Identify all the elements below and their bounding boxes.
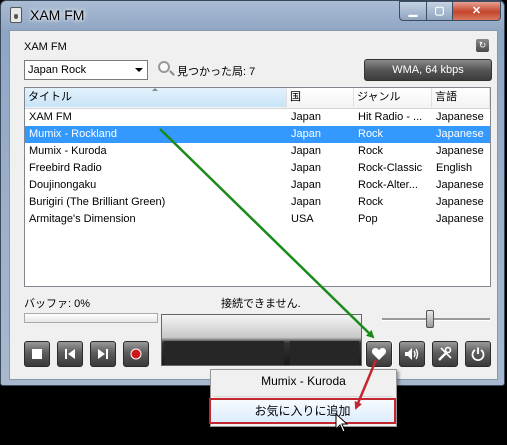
cell-title: Mumix - Rockland — [29, 128, 118, 140]
codec-display: WMA, 64 kbps — [364, 59, 492, 81]
cell-country: USA — [291, 213, 314, 225]
visualizer-segment — [164, 341, 284, 365]
menu-item-station[interactable]: Mumix - Kuroda — [211, 373, 396, 390]
buffer-progress-bar — [24, 313, 158, 323]
cell-title: Armitage's Dimension — [29, 213, 136, 225]
cell-title: Burigiri (The Brilliant Green) — [29, 196, 166, 208]
cell-country: Japan — [291, 128, 321, 140]
previous-button[interactable] — [57, 341, 83, 367]
add-favorite-button[interactable] — [365, 340, 393, 368]
record-icon — [130, 348, 142, 360]
column-header-language[interactable]: 言語 — [432, 88, 490, 107]
power-button[interactable] — [465, 341, 491, 367]
next-button[interactable] — [90, 341, 116, 367]
close-button[interactable]: ✕ — [452, 1, 501, 21]
cell-country: Japan — [291, 162, 321, 174]
menu-icon[interactable]: ↻ — [476, 39, 489, 52]
cell-title: Doujinongaku — [29, 179, 97, 191]
context-menu: Mumix - Kuroda お気に入りに追加 — [209, 369, 397, 427]
cell-language: Japanese — [436, 128, 484, 140]
buffer-status: バッファ: 0% — [24, 298, 91, 310]
cell-country: Japan — [291, 179, 321, 191]
volume-slider[interactable] — [382, 318, 490, 321]
table-row[interactable]: Mumix - Kuroda Japan Rock Japanese — [25, 143, 490, 160]
mouse-cursor-icon — [335, 413, 349, 433]
maximize-button[interactable]: ▢ — [426, 1, 453, 21]
column-header-label: 言語 — [435, 91, 457, 103]
menu-item-add-favorite[interactable]: お気に入りに追加 — [209, 398, 396, 424]
next-icon — [98, 349, 108, 359]
search-icon — [158, 61, 170, 73]
minimize-button[interactable]: ▁ — [399, 1, 427, 21]
cell-title: Freebird Radio — [29, 162, 102, 174]
cell-country: Japan — [291, 111, 321, 123]
previous-icon — [65, 349, 75, 359]
station-table: タイトル 国 ジャンル 言語 XAM FM Japan Hit Radio - … — [24, 87, 491, 287]
column-header-label: ジャンル — [357, 91, 401, 103]
cell-title: XAM FM — [29, 111, 72, 123]
cell-genre: Rock — [358, 145, 384, 157]
speaker-icon — [405, 348, 419, 360]
cell-country: Japan — [291, 196, 321, 208]
heart-icon — [371, 348, 387, 360]
table-header: タイトル 国 ジャンル 言語 — [25, 88, 490, 109]
cell-title: Mumix - Kuroda — [29, 145, 107, 157]
cell-genre: Rock-Alter... — [358, 179, 418, 191]
cell-language: Japanese — [436, 196, 484, 208]
client-area: XAM FM ↻ Japan Rock 見つかった局: 7 WMA, 64 kb… — [9, 30, 498, 380]
mute-button[interactable] — [399, 341, 425, 367]
table-row[interactable]: Burigiri (The Brilliant Green) Japan Roc… — [25, 194, 490, 211]
stop-button[interactable] — [24, 341, 50, 367]
column-header-label: タイトル — [28, 91, 72, 103]
chevron-down-icon — [135, 68, 143, 72]
cell-language: Japanese — [436, 145, 484, 157]
cell-genre: Rock-Classic — [358, 162, 423, 174]
cell-genre: Rock — [358, 128, 384, 140]
visualizer-display — [161, 314, 362, 366]
cell-genre: Hit Radio - ... — [358, 111, 423, 123]
genre-select[interactable]: Japan Rock — [24, 60, 148, 80]
cell-language: English — [436, 162, 473, 174]
menu-separator — [214, 396, 393, 397]
table-row-selected[interactable]: Mumix - Rockland Japan Rock Japanese — [25, 126, 490, 143]
genre-select-value: Japan Rock — [28, 64, 87, 76]
window-title: XAM FM — [30, 7, 85, 23]
sort-ascending-icon — [152, 88, 158, 91]
cell-country: Japan — [291, 145, 321, 157]
cell-genre: Pop — [358, 213, 378, 225]
record-button[interactable] — [123, 341, 149, 367]
table-row[interactable]: Armitage's Dimension USA Pop Japanese — [25, 211, 490, 228]
station-name: XAM FM — [24, 41, 67, 53]
cell-genre: Rock — [358, 196, 384, 208]
table-row[interactable]: XAM FM Japan Hit Radio - ... Japanese — [25, 109, 490, 126]
tools-icon — [438, 346, 452, 361]
cell-language: Japanese — [436, 213, 484, 225]
cell-language: Japanese — [436, 179, 484, 191]
table-row[interactable]: Freebird Radio Japan Rock-Classic Englis… — [25, 160, 490, 177]
settings-button[interactable] — [432, 341, 458, 367]
table-body: XAM FM Japan Hit Radio - ... Japanese Mu… — [25, 109, 490, 228]
volume-slider-thumb[interactable] — [426, 310, 434, 328]
visualizer-segment — [290, 341, 359, 365]
app-window: XAM FM ▁ ▢ ✕ XAM FM ↻ Japan Rock 見つかった局:… — [0, 0, 505, 386]
column-header-title[interactable]: タイトル — [25, 88, 287, 107]
stop-icon — [32, 349, 42, 359]
column-header-label: 国 — [290, 91, 301, 103]
table-row[interactable]: Doujinongaku Japan Rock-Alter... Japanes… — [25, 177, 490, 194]
connection-status: 接続できません. — [221, 298, 301, 310]
found-count: 見つかった局: 7 — [177, 66, 256, 78]
column-header-country[interactable]: 国 — [287, 88, 354, 107]
app-icon — [10, 7, 22, 23]
column-header-genre[interactable]: ジャンル — [354, 88, 432, 107]
power-icon — [471, 347, 485, 361]
cell-language: Japanese — [436, 111, 484, 123]
title-bar[interactable]: XAM FM ▁ ▢ ✕ — [1, 1, 504, 29]
